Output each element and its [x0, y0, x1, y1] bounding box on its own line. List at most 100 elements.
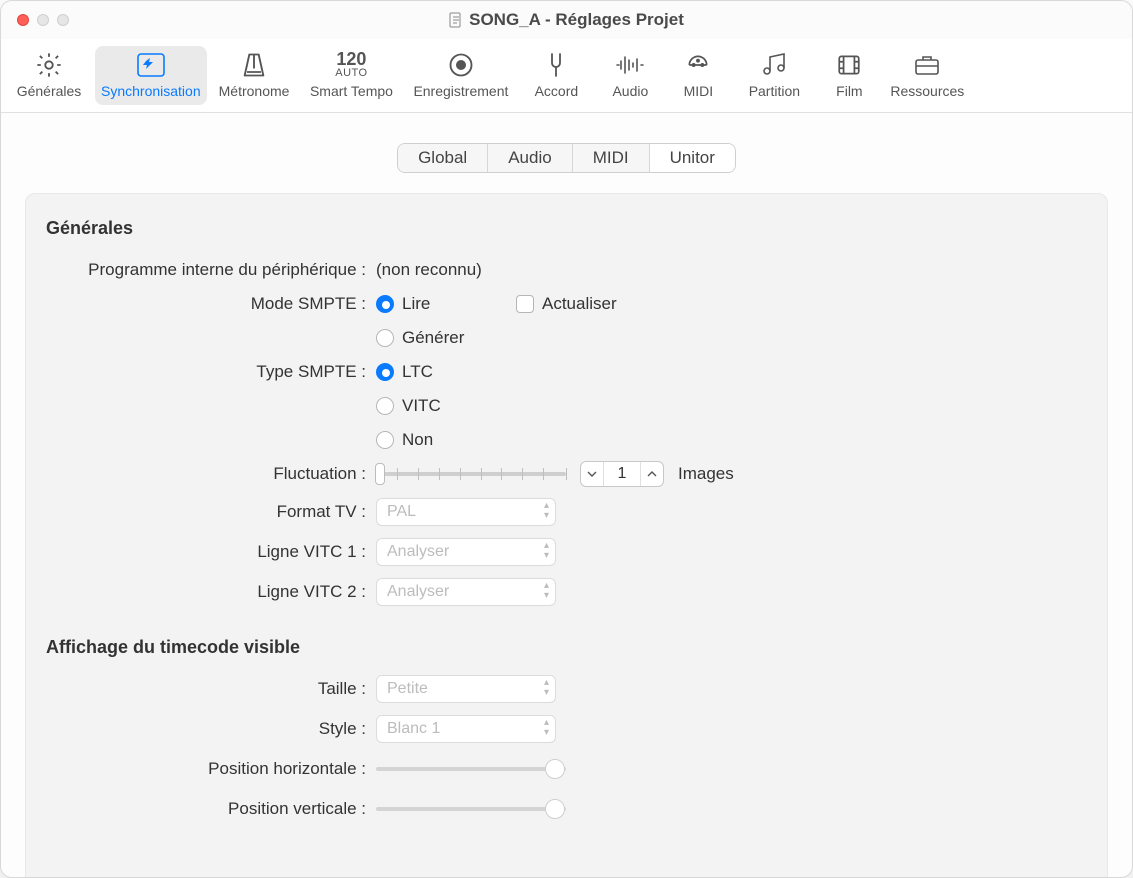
toolbar-label: Ressources — [890, 83, 964, 99]
window-title: SONG_A - Réglages Projet — [449, 10, 684, 30]
select-arrows-icon: ▴▾ — [544, 581, 549, 601]
toolbar-tab-audio[interactable]: Audio — [598, 46, 662, 105]
smpte-type-vitc-radio[interactable]: VITC — [376, 396, 476, 416]
film-icon — [836, 50, 862, 80]
toolbar-label: Synchronisation — [101, 83, 201, 99]
toolbar-label: Métronome — [219, 83, 290, 99]
toolbar-label: Smart Tempo — [310, 83, 393, 99]
select-value: Analyser — [387, 583, 449, 601]
stepper-up-icon[interactable] — [641, 462, 663, 486]
waveform-icon — [615, 50, 645, 80]
radio-label: VITC — [402, 396, 441, 416]
size-select[interactable]: Petite ▴▾ — [376, 675, 556, 703]
checkbox-label: Actualiser — [542, 294, 617, 314]
sync-icon — [136, 50, 166, 80]
metronome-icon — [240, 50, 268, 80]
program-label: Programme interne du périphérique : — [46, 260, 376, 280]
radio-icon — [376, 431, 394, 449]
freewheel-unit: Images — [678, 464, 734, 484]
freewheel-stepper[interactable]: 1 — [580, 461, 664, 487]
freewheel-label: Fluctuation : — [46, 464, 376, 484]
tv-format-label: Format TV : — [46, 502, 376, 522]
select-value: Analyser — [387, 543, 449, 561]
window-title-text: SONG_A - Réglages Projet — [469, 10, 684, 30]
toolbar-label: MIDI — [684, 83, 714, 99]
toolbar-tab-recording[interactable]: Enregistrement — [407, 46, 514, 105]
toolbar-tab-assets[interactable]: Ressources — [884, 46, 970, 105]
vitc2-select[interactable]: Analyser ▴▾ — [376, 578, 556, 606]
sub-tab-global[interactable]: Global — [398, 144, 488, 172]
tv-format-select[interactable]: PAL ▴▾ — [376, 498, 556, 526]
toolbar-label: Accord — [535, 83, 579, 99]
freewheel-slider[interactable] — [376, 463, 566, 485]
score-icon — [759, 50, 789, 80]
sub-tab-midi[interactable]: MIDI — [573, 144, 650, 172]
select-arrows-icon: ▴▾ — [544, 501, 549, 521]
document-icon — [449, 12, 463, 28]
toolbar-label: Générales — [17, 83, 82, 99]
radio-label: Générer — [402, 328, 464, 348]
smpte-type-ltc-radio[interactable]: LTC — [376, 362, 476, 382]
settings-panel: Générales Programme interne du périphéri… — [25, 193, 1108, 877]
select-value: Petite — [387, 680, 428, 698]
radio-icon — [376, 363, 394, 381]
toolbar-tab-general[interactable]: Générales — [9, 46, 89, 105]
smpte-mode-refresh-checkbox[interactable]: Actualiser — [516, 294, 617, 314]
vpos-label: Position verticale : — [46, 799, 376, 819]
toolbar-tab-synchronization[interactable]: Synchronisation — [95, 46, 207, 105]
freewheel-value: 1 — [603, 462, 641, 486]
section-heading-general: Générales — [46, 218, 1087, 239]
stepper-down-icon[interactable] — [581, 462, 603, 486]
radio-icon — [376, 295, 394, 313]
toolbar-label: Partition — [749, 83, 800, 99]
tempo-auto: AUTO — [335, 67, 367, 79]
minimize-button[interactable] — [37, 14, 49, 26]
smpte-mode-read-radio[interactable]: Lire — [376, 294, 476, 314]
toolbar-label: Film — [836, 83, 862, 99]
style-select[interactable]: Blanc 1 ▴▾ — [376, 715, 556, 743]
close-button[interactable] — [17, 14, 29, 26]
tuning-fork-icon — [545, 50, 567, 80]
toolbar-tab-smart-tempo[interactable]: 120 AUTO Smart Tempo — [301, 46, 401, 105]
vitc1-label: Ligne VITC 1 : — [46, 542, 376, 562]
sub-tab-unitor[interactable]: Unitor — [650, 144, 735, 172]
sub-tab-audio[interactable]: Audio — [488, 144, 572, 172]
toolbar-label: Enregistrement — [413, 83, 508, 99]
toolbar-label: Audio — [612, 83, 648, 99]
briefcase-icon — [913, 50, 941, 80]
maximize-button[interactable] — [57, 14, 69, 26]
toolbar-tab-metronome[interactable]: Métronome — [213, 46, 296, 105]
smpte-mode-generate-radio[interactable]: Générer — [376, 328, 476, 348]
section-heading-visible-tc: Affichage du timecode visible — [46, 637, 1087, 658]
size-label: Taille : — [46, 679, 376, 699]
smpte-mode-label: Mode SMPTE : — [46, 294, 376, 314]
select-value: Blanc 1 — [387, 720, 440, 738]
radio-label: Non — [402, 430, 433, 450]
sub-tabs: Global Audio MIDI Unitor — [397, 143, 736, 173]
title-bar: SONG_A - Réglages Projet — [1, 1, 1132, 39]
radio-label: Lire — [402, 294, 430, 314]
gear-icon — [35, 50, 63, 80]
select-arrows-icon: ▴▾ — [544, 718, 549, 738]
toolbar: Générales Synchronisation Métronome — [1, 39, 1132, 113]
toolbar-tab-film[interactable]: Film — [820, 46, 878, 105]
vitc2-label: Ligne VITC 2 : — [46, 582, 376, 602]
tempo-icon: 120 AUTO — [335, 50, 367, 80]
program-value: (non reconnu) — [376, 260, 482, 280]
window-controls — [17, 14, 69, 26]
content-area: Global Audio MIDI Unitor Générales Progr… — [1, 113, 1132, 877]
hpos-slider[interactable] — [376, 758, 566, 780]
midi-icon — [685, 50, 711, 80]
tempo-number: 120 — [336, 51, 366, 67]
hpos-label: Position horizontale : — [46, 759, 376, 779]
toolbar-tab-midi[interactable]: MIDI — [668, 46, 728, 105]
smpte-type-none-radio[interactable]: Non — [376, 430, 476, 450]
record-icon — [447, 50, 475, 80]
radio-icon — [376, 329, 394, 347]
vitc1-select[interactable]: Analyser ▴▾ — [376, 538, 556, 566]
toolbar-tab-tuning[interactable]: Accord — [520, 46, 592, 105]
toolbar-tab-score[interactable]: Partition — [734, 46, 814, 105]
select-arrows-icon: ▴▾ — [544, 541, 549, 561]
smpte-type-label: Type SMPTE : — [46, 362, 376, 382]
vpos-slider[interactable] — [376, 798, 566, 820]
